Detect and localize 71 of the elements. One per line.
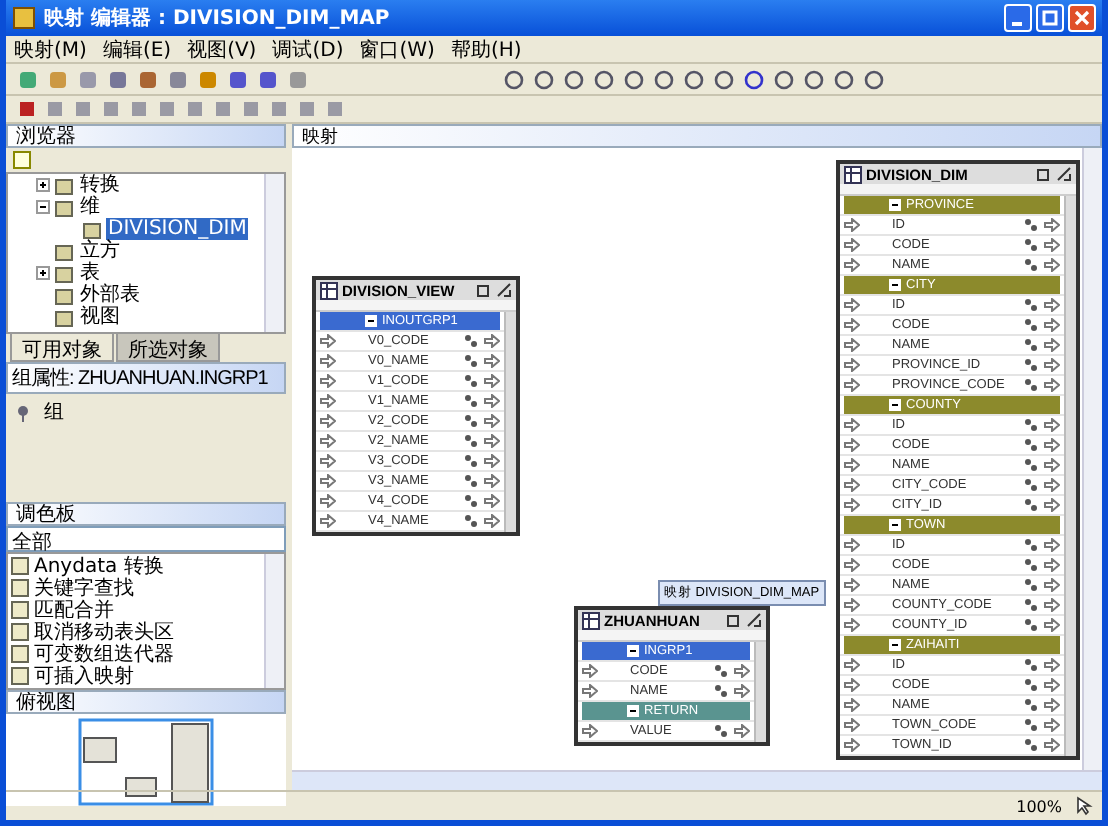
table-icon — [582, 611, 600, 629]
tree-item[interactable]: 立方 — [78, 240, 122, 262]
collapse-icon[interactable] — [364, 314, 378, 328]
maximize-button[interactable] — [1036, 4, 1064, 32]
palette-item[interactable]: 匹配合并 — [34, 595, 114, 623]
collapse-icon[interactable] — [626, 644, 640, 658]
window-title: 映射 编辑器 : DIVISION_DIM_MAP — [44, 5, 390, 32]
maximize-icon — [1042, 10, 1058, 26]
box-icon — [10, 599, 30, 619]
panel-title: 浏览器 — [16, 126, 76, 146]
scrollbar[interactable] — [292, 770, 1102, 790]
filter-dropdown[interactable]: 全部 — [6, 526, 286, 552]
tree-item[interactable]: 转换 — [78, 174, 122, 196]
close-icon — [1074, 10, 1090, 26]
box-icon — [10, 665, 30, 685]
box-icon — [10, 555, 30, 575]
scrollbar[interactable] — [1082, 148, 1102, 770]
tree-item[interactable]: 视图 — [78, 306, 122, 328]
menu-item[interactable]: 映射(M) — [14, 35, 87, 63]
port-arrow-icon[interactable] — [734, 724, 750, 738]
collapse-icon[interactable] — [888, 398, 902, 412]
menu-item[interactable]: 帮助(H) — [450, 35, 522, 63]
resize-icon[interactable] — [496, 282, 512, 298]
resize-icon[interactable] — [746, 612, 762, 628]
minimize-button[interactable] — [1004, 4, 1032, 32]
app-icon — [12, 6, 36, 30]
menu-item[interactable]: 调试(D) — [272, 35, 344, 63]
scrollbar[interactable] — [264, 554, 284, 688]
tree-item[interactable]: 表 — [78, 262, 102, 284]
close-button[interactable] — [1068, 4, 1096, 32]
box-icon — [10, 621, 30, 641]
restore-icon[interactable] — [726, 612, 742, 628]
scrollbar[interactable] — [504, 312, 516, 532]
expander-icon[interactable] — [36, 200, 50, 214]
tree-item[interactable]: 维 — [78, 196, 102, 218]
port-arrow-icon[interactable] — [582, 724, 598, 738]
menu-item[interactable]: 窗口(W) — [359, 35, 435, 63]
menu-item[interactable]: 视图(V) — [187, 35, 257, 63]
panel-title: 调色板 — [16, 504, 76, 524]
tab[interactable]: 可用对象 — [10, 334, 114, 362]
collapse-icon[interactable] — [888, 638, 902, 652]
tree-item[interactable]: 外部表 — [78, 284, 142, 306]
menu-item[interactable]: 编辑(E) — [102, 35, 172, 63]
table-icon — [320, 281, 338, 299]
restore-icon[interactable] — [476, 282, 492, 298]
panel-title: 组属性: ZHUANHUAN.INGRP1 — [12, 365, 268, 392]
tab[interactable]: 所选对象 — [116, 334, 220, 362]
box-icon — [10, 577, 30, 597]
collapse-icon[interactable] — [888, 278, 902, 292]
zoom-level: 100% — [1016, 797, 1062, 815]
restore-icon[interactable] — [1036, 166, 1052, 182]
scrollbar[interactable] — [1064, 196, 1076, 756]
panel-title: 俯视图 — [16, 692, 76, 712]
property-item[interactable]: 组 — [44, 398, 64, 426]
collapse-icon[interactable] — [888, 518, 902, 532]
scrollbar[interactable] — [754, 642, 766, 742]
palette-item[interactable]: 可变数组迭代器 — [34, 639, 174, 667]
table-icon — [844, 165, 862, 183]
palette-item[interactable]: 取消移动表头区 — [34, 617, 174, 645]
expander-icon[interactable] — [36, 266, 50, 280]
resize-icon[interactable] — [1056, 166, 1072, 182]
collapse-icon[interactable] — [626, 704, 640, 718]
tree-item[interactable]: DIVISION_DIM — [106, 218, 249, 240]
pin-icon — [14, 403, 32, 421]
palette-item[interactable]: 可插入映射 — [34, 661, 134, 688]
palette-item[interactable]: Anydata 转换 — [34, 554, 164, 579]
box-icon — [10, 643, 30, 663]
collapse-icon[interactable] — [888, 198, 902, 212]
expander-icon[interactable] — [36, 178, 50, 192]
panel-title: 映射 — [302, 126, 338, 146]
scrollbar[interactable] — [264, 174, 284, 332]
